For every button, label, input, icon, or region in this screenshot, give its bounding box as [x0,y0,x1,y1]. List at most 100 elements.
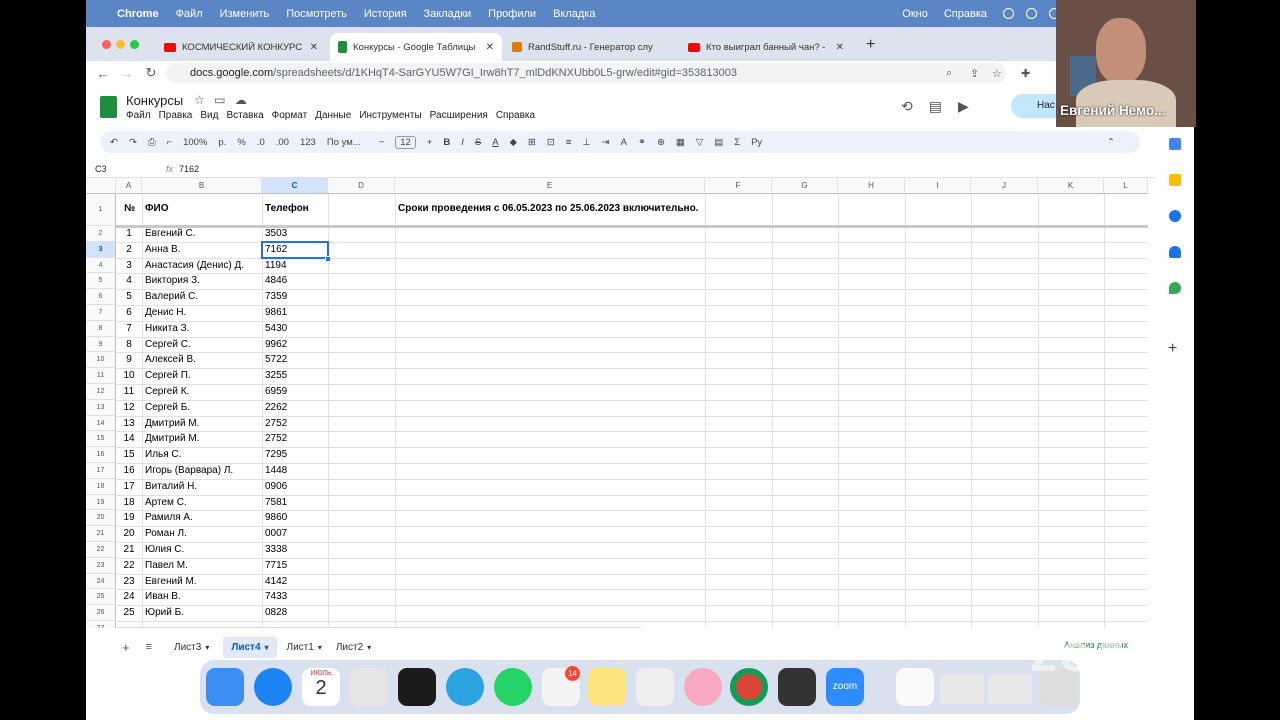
name-cell[interactable]: Сергей С. [145,338,191,352]
row-header[interactable]: 25 [86,589,116,606]
sheet-tab-list3[interactable]: Лист3 ▾ [174,642,209,653]
wrap-icon[interactable]: ⇥ [602,137,610,148]
share-page-icon[interactable]: ⇪ [970,67,979,80]
row-header[interactable]: 9 [86,336,116,353]
name-cell[interactable]: Артем С. [145,496,187,510]
row-header[interactable]: 27 [86,621,116,628]
paint-format-icon[interactable]: ⌐ [167,137,173,148]
finder-icon[interactable] [206,668,244,706]
phone-cell[interactable]: 3255 [265,369,287,383]
phone-cell[interactable]: 9861 [265,306,287,320]
close-icon[interactable]: ✕ [310,42,318,53]
phone-cell[interactable]: 2262 [265,401,287,415]
row-number-cell[interactable]: 5 [116,290,142,304]
font-size-input[interactable]: 12 [395,135,416,149]
row-header[interactable]: 4 [86,257,116,274]
browser-tab-youtube-winner[interactable]: Кто выиграл банный чан? - Yo ✕ [680,33,852,61]
header-note-cell[interactable]: Сроки проведения с 06.05.2023 по 25.06.2… [398,202,698,216]
name-cell[interactable]: Виктория З. [145,274,200,288]
filter-views-icon[interactable]: ▤ [714,137,723,148]
name-cell[interactable]: Сергей Б. [145,401,190,415]
name-cell[interactable]: Валерий С. [145,290,198,304]
row-header[interactable]: 26 [86,605,116,621]
column-header-a[interactable]: A [116,178,142,194]
row-number-cell[interactable]: 13 [116,417,142,431]
menu-edit[interactable]: Правка [159,110,193,121]
chart-icon[interactable]: ▦ [676,137,685,148]
row-header[interactable]: 11 [86,368,116,384]
phone-cell[interactable]: 3338 [265,543,287,557]
sheets-logo-icon[interactable] [100,96,117,118]
phone-cell[interactable]: 6959 [265,385,287,399]
name-cell[interactable]: Алексей В. [145,353,196,367]
phone-cell[interactable]: 1194 [265,259,287,273]
font-size-increase[interactable]: + [427,137,433,148]
row-header[interactable]: 14 [86,415,116,432]
row-number-cell[interactable]: 18 [116,496,142,510]
formula-input[interactable]: 7162 [179,164,199,174]
comments-icon[interactable]: ▤ [929,98,942,115]
name-cell[interactable]: Илья С. [145,448,181,462]
row-header[interactable]: 8 [86,320,116,337]
name-cell[interactable]: Рамиля А. [145,511,193,525]
row-header[interactable]: 21 [86,526,116,542]
text-color-icon[interactable]: A [492,137,498,148]
increase-decimal-button[interactable]: .00 [276,137,289,148]
percent-format-button[interactable]: % [237,137,245,148]
column-header-l[interactable]: L [1104,178,1148,194]
column-header-e[interactable]: E [395,178,705,194]
italic-icon[interactable]: I [461,137,464,148]
window-minimize-button[interactable] [116,40,125,49]
undo-icon[interactable]: ↶ [110,137,118,148]
row-number-cell[interactable]: 6 [116,306,142,320]
column-header-g[interactable]: G [772,178,838,194]
redo-icon[interactable]: ↷ [129,137,137,148]
phone-cell[interactable]: 4846 [265,274,287,288]
textedit-icon[interactable] [636,668,674,706]
row-header[interactable]: 7 [86,305,116,321]
name-cell[interactable]: Евгений М. [145,575,197,589]
chrome-icon[interactable] [730,668,768,706]
row-number-cell[interactable]: 15 [116,448,142,462]
sheet-tab-list2[interactable]: Лист2 ▾ [336,642,371,653]
phone-cell[interactable]: 5430 [265,322,287,336]
name-cell[interactable]: Юрий Б. [145,606,184,620]
menu-tools[interactable]: Инструменты [359,110,421,121]
row-header[interactable]: 3 [86,241,116,258]
input-tools-icon[interactable]: Ру [751,137,762,148]
row-number-cell[interactable]: 9 [116,353,142,367]
menu-insert[interactable]: Вставка [226,110,263,121]
notes-icon[interactable] [588,668,626,706]
comment-icon[interactable]: ⊕ [657,137,665,148]
row-header[interactable]: 24 [86,573,116,590]
phone-cell[interactable]: 7715 [265,559,287,573]
menubar-window[interactable]: Окно [902,8,928,20]
menubar-help[interactable]: Справка [944,8,987,20]
row-number-cell[interactable]: 12 [116,401,142,415]
phone-cell[interactable]: 0828 [265,606,287,620]
row-number-cell[interactable]: 4 [116,274,142,288]
column-header-j[interactable]: J [971,178,1038,194]
photos-icon[interactable] [684,668,722,706]
safari-icon[interactable] [254,668,292,706]
row-header[interactable]: 15 [86,431,116,448]
row-number-cell[interactable]: 11 [116,385,142,399]
phone-cell[interactable]: 2752 [265,432,287,446]
row-number-cell[interactable]: 8 [116,338,142,352]
menu-file[interactable]: Файл [126,110,151,121]
row-header[interactable]: 5 [86,273,116,290]
menubar-tab[interactable]: Вкладка [553,8,595,20]
phone-cell[interactable]: 4142 [265,575,287,589]
meet-icon[interactable]: ▶ [958,98,969,115]
row-number-cell[interactable]: 23 [116,575,142,589]
align-icon[interactable]: ≡ [566,137,572,148]
launchpad-icon[interactable] [350,668,388,706]
menu-help[interactable]: Справка [496,110,535,121]
new-tab-button[interactable]: + [866,36,875,54]
horizontal-scrollbar[interactable] [116,627,642,628]
strikethrough-icon[interactable]: S [475,137,481,148]
menubar-view[interactable]: Посмотреть [286,8,347,20]
row-number-cell[interactable]: 20 [116,527,142,541]
calendar-icon[interactable] [1169,138,1181,150]
row-number-cell[interactable]: 14 [116,432,142,446]
